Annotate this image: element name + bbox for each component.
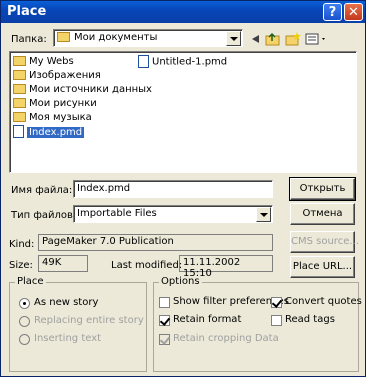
retain-format-label: Retain format [173,314,242,325]
convert-quotes-checkbox[interactable] [271,297,282,308]
size-field: 49K [38,255,88,272]
view-menu-icon[interactable] [305,31,329,47]
kind-label: Kind: [9,239,35,250]
read-tags-checkbox[interactable] [271,315,282,326]
retain-cropping-checkbox[interactable] [159,334,170,345]
close-button[interactable]: ✕ [344,3,363,21]
place-group-title: Place [15,276,46,287]
folder-icon [57,32,70,42]
radio-replacing-story-label: Replacing entire story [34,315,144,326]
lookin-label: Папка: [11,34,47,45]
filename-label: Имя файла: [11,185,73,196]
filename-field[interactable]: Index.pmd [73,180,273,198]
list-item[interactable]: Изображения [13,69,101,83]
radio-inserting-text-label: Inserting text [34,333,102,344]
radio-as-new-story[interactable] [19,298,30,309]
lookin-combo[interactable]: Мои документы [53,29,243,47]
title-bar[interactable]: Place ? ✕ [1,1,365,23]
cms-source-button[interactable]: CMS source... [290,231,359,253]
modified-label: Last modified: [111,260,183,271]
file-icon [13,125,24,138]
list-item[interactable]: Index.pmd [13,125,85,139]
radio-replacing-story[interactable] [19,316,30,327]
folder-icon [13,84,26,94]
filetype-value: Importable Files [77,208,157,219]
file-icon [138,55,149,68]
radio-as-new-story-label: As new story [34,297,99,308]
list-item[interactable]: Моя музыка [13,111,92,125]
folder-icon [13,112,26,122]
cancel-button[interactable]: Отмена [290,203,355,225]
radio-inserting-text[interactable] [19,334,30,345]
retain-format-checkbox[interactable] [159,315,170,326]
place-url-button[interactable]: Place URL... [290,256,355,278]
file-list[interactable]: My Webs Изображения Мои источники данных… [9,51,357,173]
kind-field: PageMaker 7.0 Publication [38,234,273,251]
chevron-down-icon[interactable] [256,207,271,222]
list-item[interactable]: Мои рисунки [13,97,97,111]
filetype-label: Тип файлов: [11,210,77,221]
chevron-down-icon[interactable] [226,31,241,46]
convert-quotes-label: Convert quotes [285,296,362,307]
place-group [9,282,147,372]
folder-icon [13,98,26,108]
read-tags-label: Read tags [285,314,335,325]
modified-field: 11.11.2002 15:10 [179,255,273,279]
retain-cropping-label: Retain cropping Data [173,333,279,344]
filename-value: Index.pmd [77,183,131,194]
open-button[interactable]: Открыть [289,177,356,201]
options-group-title: Options [159,276,202,287]
size-value: 49K [42,257,62,268]
folder-icon [13,70,26,80]
filetype-combo[interactable]: Importable Files [73,205,273,223]
list-item[interactable]: Untitled-1.pmd [138,55,227,69]
folder-icon [13,56,26,66]
new-folder-icon[interactable] [285,31,301,47]
lookin-value: Мои документы [74,32,158,43]
show-filter-checkbox[interactable] [159,297,170,308]
back-icon[interactable] [247,31,263,47]
help-button[interactable]: ? [323,3,342,21]
window-title: Place [7,4,47,19]
place-dialog: Place ? ✕ Папка: Мои документы My Webs И… [0,0,366,377]
list-item[interactable]: Мои источники данных [13,83,152,97]
size-label: Size: [9,260,33,271]
kind-value: PageMaker 7.0 Publication [42,236,174,247]
up-folder-icon[interactable] [265,31,281,47]
list-item[interactable]: My Webs [13,55,74,69]
